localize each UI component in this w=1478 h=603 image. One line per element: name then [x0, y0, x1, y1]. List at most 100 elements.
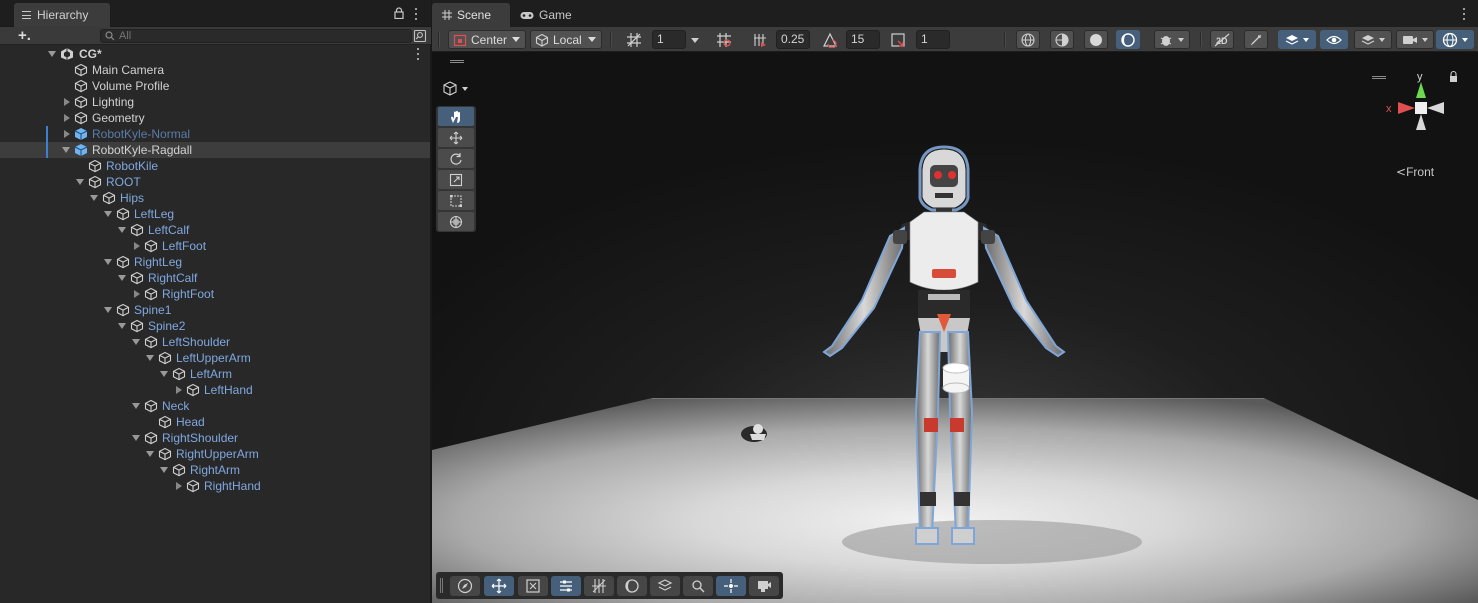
scene-lighting-icon[interactable] — [1244, 30, 1268, 49]
hierarchy-search[interactable] — [100, 29, 412, 43]
expand-arrow-icon[interactable] — [134, 290, 140, 298]
collapse-arrow-icon[interactable] — [118, 227, 126, 233]
scale-tool-icon[interactable] — [438, 170, 474, 189]
layers-overlay-icon[interactable] — [650, 576, 680, 596]
grid-snap-icon[interactable] — [622, 30, 646, 49]
hierarchy-item[interactable]: Main Camera — [0, 62, 430, 78]
hierarchy-item[interactable]: Head — [0, 414, 430, 430]
collapse-arrow-icon[interactable] — [118, 323, 126, 329]
move-snap-field[interactable]: 0.25 — [776, 30, 810, 49]
hierarchy-item[interactable]: LeftHand — [0, 382, 430, 398]
hierarchy-item[interactable]: Lighting — [0, 94, 430, 110]
collapse-arrow-icon[interactable] — [132, 403, 140, 409]
scene-menu-icon[interactable] — [416, 48, 420, 60]
hierarchy-menu-icon[interactable] — [414, 8, 418, 20]
hierarchy-item[interactable]: RightUpperArm — [0, 446, 430, 462]
lit-shading-icon[interactable] — [1116, 30, 1140, 49]
wireframe-shading-icon[interactable] — [1016, 30, 1040, 49]
collapse-arrow-icon[interactable] — [146, 451, 154, 457]
move-tool-icon[interactable] — [438, 128, 474, 147]
grid-snap-dropdown-icon[interactable] — [691, 38, 699, 43]
collapse-arrow-icon[interactable] — [160, 467, 168, 473]
hierarchy-item[interactable]: RobotKyle-Normal — [0, 126, 430, 142]
hierarchy-item[interactable]: Geometry — [0, 110, 430, 126]
pivot-overlay-icon[interactable] — [716, 576, 746, 596]
gizmo-lock-icon[interactable] — [1450, 70, 1457, 83]
collapse-arrow-icon[interactable] — [160, 371, 168, 377]
expand-arrow-icon[interactable] — [64, 98, 70, 106]
camera-overlay-icon[interactable] — [749, 576, 779, 596]
add-object-button[interactable]: +. — [18, 28, 38, 43]
search-overlay-icon[interactable] — [683, 576, 713, 596]
hand-tool-icon[interactable] — [438, 107, 474, 126]
hierarchy-item[interactable]: LeftCalf — [0, 222, 430, 238]
expand-arrow-icon[interactable] — [176, 386, 182, 394]
scene-effects-dropdown[interactable] — [1278, 30, 1316, 49]
rect-tool-icon[interactable] — [438, 191, 474, 210]
gizmo-orientation-label[interactable]: <Front — [1396, 165, 1434, 179]
collapse-arrow-icon[interactable] — [62, 147, 70, 153]
scene-visibility-icon[interactable] — [1320, 30, 1348, 49]
scene-root-row[interactable]: CG* — [0, 46, 430, 62]
navigation-tool-icon[interactable] — [450, 576, 480, 596]
layers-dropdown[interactable] — [1354, 30, 1392, 49]
search-input[interactable] — [119, 30, 399, 42]
hierarchy-item[interactable]: LeftFoot — [0, 238, 430, 254]
transform-tool-icon[interactable] — [438, 212, 474, 231]
collapse-arrow-icon[interactable] — [132, 435, 140, 441]
lighting-overlay-icon[interactable] — [617, 576, 647, 596]
hierarchy-item[interactable]: LeftUpperArm — [0, 350, 430, 366]
move-overlay-icon[interactable] — [484, 576, 514, 596]
scale-snap-field[interactable]: 1 — [916, 30, 950, 49]
collapse-arrow-icon[interactable] — [76, 179, 84, 185]
expand-arrow-icon[interactable] — [176, 482, 182, 490]
move-snap-icon[interactable] — [712, 30, 736, 49]
align-overlay-icon[interactable] — [551, 576, 581, 596]
hierarchy-item[interactable]: RightFoot — [0, 286, 430, 302]
hierarchy-item[interactable]: LeftLeg — [0, 206, 430, 222]
collapse-arrow-icon[interactable] — [90, 195, 98, 201]
debug-draw-mode-dropdown[interactable] — [1154, 30, 1190, 49]
hierarchy-item[interactable]: Hips — [0, 190, 430, 206]
expand-arrow-icon[interactable] — [64, 114, 70, 122]
hierarchy-tab[interactable]: Hierarchy — [14, 3, 110, 27]
rotate-snap-field[interactable]: 15 — [846, 30, 880, 49]
overlay-drag-handle[interactable] — [440, 578, 443, 593]
hierarchy-item[interactable]: RightCalf — [0, 270, 430, 286]
tool-context-dropdown[interactable] — [442, 80, 472, 98]
expand-arrow-icon[interactable] — [48, 51, 56, 57]
collapse-arrow-icon[interactable] — [104, 211, 112, 217]
expand-arrow-icon[interactable] — [134, 242, 140, 250]
pivot-mode-dropdown[interactable]: Center — [448, 30, 526, 49]
collapse-arrow-icon[interactable] — [104, 259, 112, 265]
gizmo-drag-handle[interactable] — [1372, 76, 1386, 79]
gizmos-dropdown[interactable] — [1436, 30, 1474, 49]
hierarchy-item[interactable]: Neck — [0, 398, 430, 414]
grid-snap-field[interactable]: 1 — [652, 30, 686, 49]
grid-overlay-icon[interactable] — [584, 576, 614, 596]
collapse-arrow-icon[interactable] — [118, 275, 126, 281]
hierarchy-item[interactable]: RobotKyle-Ragdall — [0, 142, 430, 158]
hierarchy-item[interactable]: RightArm — [0, 462, 430, 478]
hierarchy-item[interactable]: ROOT — [0, 174, 430, 190]
scene-menu-icon[interactable] — [1462, 8, 1466, 20]
hierarchy-item[interactable]: RobotKile — [0, 158, 430, 174]
collapse-arrow-icon[interactable] — [132, 339, 140, 345]
hierarchy-item[interactable]: RightShoulder — [0, 430, 430, 446]
toggle-2d-icon[interactable]: 2D — [1210, 30, 1234, 49]
axis-gizmo-icon[interactable]: y x — [1382, 66, 1466, 162]
rotate-tool-icon[interactable] — [438, 149, 474, 168]
scene-viewport[interactable]: y x <Front — [432, 52, 1478, 603]
hierarchy-item[interactable]: Volume Profile — [0, 78, 430, 94]
pivot-rotation-dropdown[interactable]: Local — [530, 30, 602, 49]
search-options-icon[interactable] — [413, 29, 427, 43]
hierarchy-item[interactable]: RightLeg — [0, 254, 430, 270]
orientation-gizmo[interactable]: y x <Front — [1372, 66, 1466, 179]
hierarchy-item[interactable]: Spine1 — [0, 302, 430, 318]
overlay-drag-handle[interactable] — [450, 60, 464, 63]
camera-settings-dropdown[interactable] — [1396, 30, 1434, 49]
hierarchy-item[interactable]: LeftShoulder — [0, 334, 430, 350]
hierarchy-item[interactable]: Spine2 — [0, 318, 430, 334]
hierarchy-item[interactable]: RightHand — [0, 478, 430, 494]
collapse-arrow-icon[interactable] — [146, 355, 154, 361]
